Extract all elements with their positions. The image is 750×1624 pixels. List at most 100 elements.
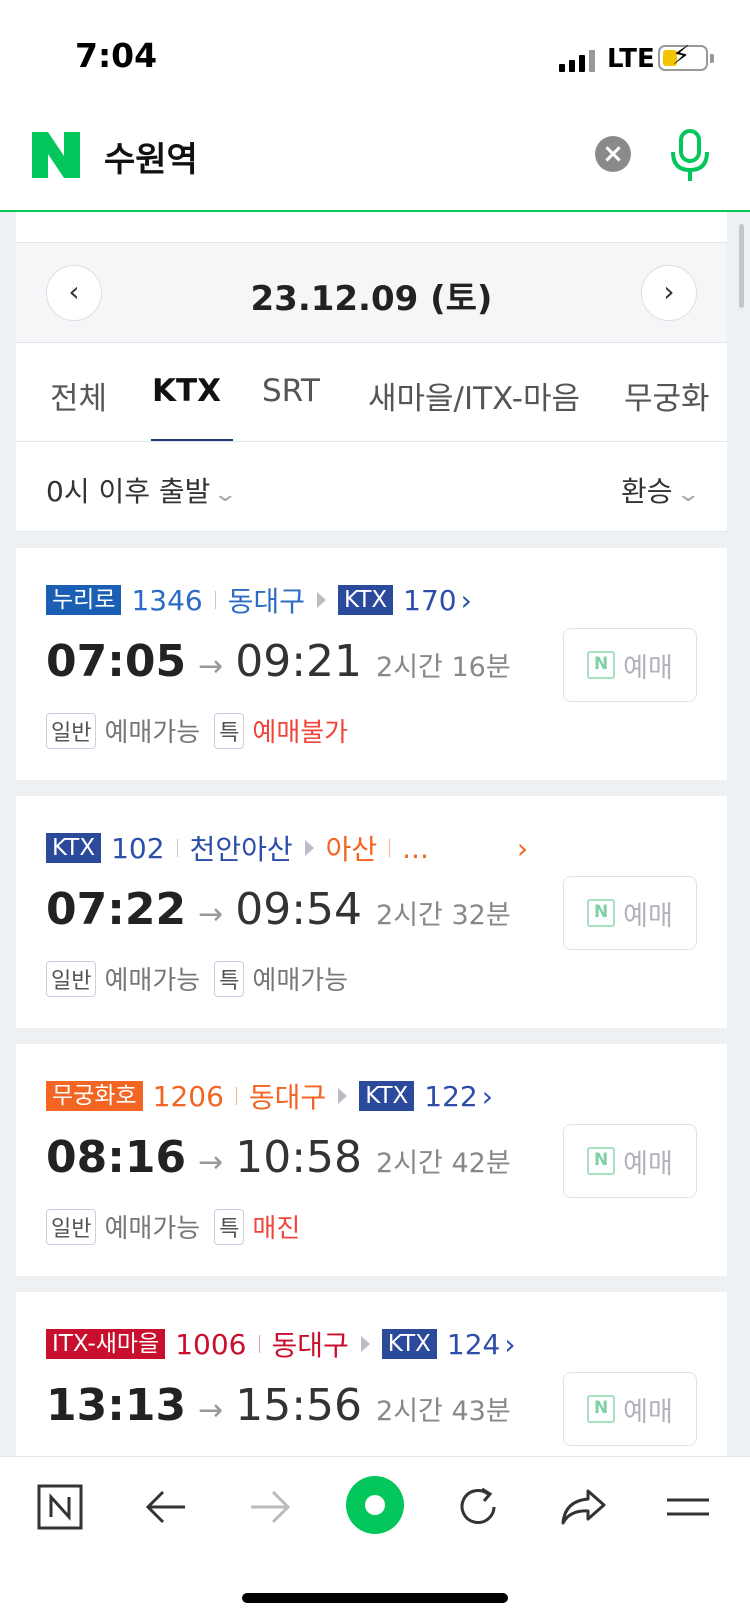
back-arrow-icon[interactable] (136, 1477, 196, 1537)
train-times: 07:22 → 09:54 2시간 32분 (46, 884, 511, 935)
train-card[interactable]: 누리로 1346 동대구 KTX 170 › 07:05 → 09:21 2시간… (16, 548, 727, 780)
microphone-icon[interactable] (666, 128, 714, 184)
arrow-right-icon: → (198, 1145, 224, 1180)
departure-time: 07:22 (46, 884, 187, 935)
divider (235, 1087, 237, 1105)
train-type-badge: ITX-새마을 (46, 1329, 166, 1359)
naver-calendar-icon: N (587, 899, 616, 927)
chevron-down-icon: ⌄ (212, 482, 239, 507)
seat-class-badge: 일반 (46, 712, 97, 749)
departure-time: 08:16 (46, 1132, 187, 1183)
clear-search-button[interactable]: × (595, 136, 631, 172)
chevron-right-icon: › (481, 1079, 493, 1113)
transfer-station: 동대구 (271, 1329, 349, 1362)
book-button[interactable]: N 예매 (563, 628, 697, 702)
naver-logo-icon[interactable] (32, 132, 80, 178)
seat-status: 예매가능 (104, 1214, 201, 1244)
seat-class-badge: 특 (214, 1208, 245, 1245)
transfer-filter[interactable]: 환승 ⌄ (621, 470, 701, 510)
train-type-tabs: 전체 KTX SRT 새마을/ITX-마음 무궁화 (16, 342, 727, 442)
duration: 2시간 42분 (376, 1148, 511, 1179)
search-input[interactable]: 수원역 (104, 132, 198, 181)
transfer-train-badge: KTX (381, 1329, 437, 1359)
naver-home-icon[interactable] (30, 1477, 90, 1537)
arrival-time: 09:54 (235, 884, 363, 935)
train-number: 102 (111, 831, 165, 865)
arrival-time: 15:56 (235, 1380, 363, 1431)
transfer-station: 동대구 (227, 585, 306, 618)
play-triangle-icon (317, 592, 327, 608)
divider (214, 591, 216, 609)
train-route[interactable]: KTX 102 천안아산 아산 ... › (46, 831, 528, 866)
tab-saemaeul-itx[interactable]: 새마을/ITX-마음 (368, 373, 580, 418)
divider (258, 1335, 260, 1353)
signal-icon (559, 48, 595, 72)
naver-calendar-icon: N (587, 1395, 616, 1423)
train-route[interactable]: 무궁화호 1206 동대구 KTX 122 › (46, 1079, 493, 1114)
train-route[interactable]: ITX-새마을 1006 동대구 KTX 124 › (46, 1327, 516, 1362)
chevron-down-icon: ⌄ (674, 482, 701, 507)
departure-time: 13:13 (46, 1380, 187, 1431)
arrival-time: 09:21 (235, 636, 363, 687)
duration: 2시간 32분 (376, 900, 511, 931)
seat-class-badge: 특 (214, 960, 245, 997)
arrow-right-icon: → (198, 1393, 224, 1428)
tab-all[interactable]: 전체 (50, 373, 107, 418)
tab-ktx[interactable]: KTX (152, 373, 221, 409)
date-navigator: ‹ 23.12.09 (토) › (16, 242, 727, 342)
seat-class-badge: 일반 (46, 960, 97, 997)
tab-mugunghwa[interactable]: 무궁화 (624, 373, 710, 418)
transfer-train-badge: KTX (338, 585, 394, 615)
duration: 2시간 43분 (376, 1396, 511, 1427)
green-dot-icon[interactable] (345, 1475, 405, 1535)
divider (176, 839, 178, 857)
book-button[interactable]: N 예매 (563, 1372, 697, 1446)
seat-availability: 일반 예매가능 특 예매불가 (46, 712, 362, 749)
transfer-filter-label: 환승 (621, 475, 673, 508)
battery-icon: ⚡ (658, 43, 714, 71)
network-label: LTE (607, 44, 655, 74)
forward-arrow-icon[interactable] (240, 1477, 300, 1537)
transfer-train-number: 170 (403, 583, 457, 617)
tab-srt[interactable]: SRT (262, 373, 320, 409)
seat-status: 예매가능 (252, 966, 349, 996)
train-type-badge: 누리로 (46, 585, 122, 615)
scrollbar[interactable] (739, 224, 744, 308)
seat-class-badge: 일반 (46, 1208, 97, 1245)
train-number: 1346 (131, 583, 203, 617)
transfer-train-number: 122 (424, 1079, 478, 1113)
refresh-icon[interactable] (448, 1477, 508, 1537)
book-button[interactable]: N 예매 (563, 1124, 697, 1198)
departure-time-filter[interactable]: 0시 이후 출발 ⌄ (46, 470, 239, 510)
seat-status: 예매불가 (252, 718, 349, 748)
train-card[interactable]: 무궁화호 1206 동대구 KTX 122 › 08:16 → 10:58 2시… (16, 1044, 727, 1276)
play-triangle-icon (360, 1336, 370, 1352)
book-label: 예매 (623, 652, 673, 684)
home-indicator[interactable] (242, 1593, 508, 1603)
train-type-badge: 무궁화호 (46, 1081, 143, 1111)
train-number: 1206 (152, 1079, 224, 1113)
seat-availability: 일반 예매가능 특 매진 (46, 1208, 314, 1245)
arrival-time: 10:58 (235, 1132, 363, 1183)
menu-icon[interactable] (658, 1477, 718, 1537)
seat-class-badge: 특 (214, 712, 245, 749)
duration: 2시간 16분 (376, 652, 511, 683)
chevron-right-icon: › (460, 583, 472, 617)
results-content[interactable]: ‹ 23.12.09 (토) › 전체 KTX SRT 새마을/ITX-마음 무… (0, 212, 750, 1456)
train-card[interactable]: ITX-새마을 1006 동대구 KTX 124 › 13:13 → 15:56… (16, 1292, 727, 1456)
departure-time: 07:05 (46, 636, 187, 687)
train-card[interactable]: KTX 102 천안아산 아산 ... › 07:22 → 09:54 2시간 … (16, 796, 727, 1028)
seat-status: 매진 (252, 1214, 301, 1244)
transfer-train-number: 124 (446, 1327, 501, 1361)
next-date-button[interactable]: › (641, 265, 697, 321)
book-button[interactable]: N 예매 (563, 876, 697, 950)
status-time: 7:04 (75, 36, 158, 75)
train-times: 13:13 → 15:56 2시간 43분 (46, 1380, 511, 1431)
transfer-station: 동대구 (248, 1081, 327, 1114)
stop-station: 아산 (325, 833, 378, 866)
train-times: 08:16 → 10:58 2시간 42분 (46, 1132, 511, 1183)
more-stops: ... (402, 831, 429, 865)
share-icon[interactable] (553, 1477, 613, 1537)
train-route[interactable]: 누리로 1346 동대구 KTX 170 › (46, 583, 472, 618)
browser-toolbar (0, 1456, 750, 1624)
